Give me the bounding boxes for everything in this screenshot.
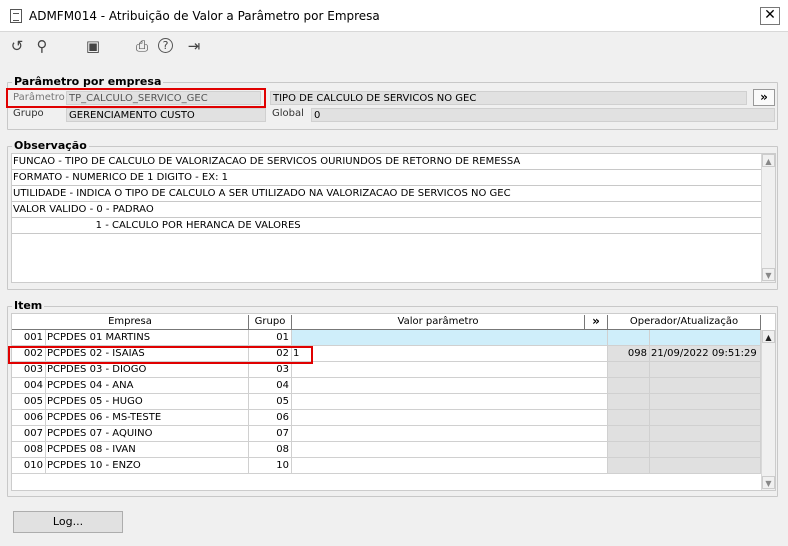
- parametro-label: Parâmetro: [13, 92, 65, 103]
- scroll-down-icon[interactable]: ▼: [762, 476, 775, 489]
- cell-operador: [608, 426, 650, 442]
- cell-empresa: PCPDES 08 - IVAN: [46, 442, 249, 458]
- scroll-up-icon[interactable]: ▲: [762, 330, 775, 343]
- col-valor[interactable]: Valor parâmetro: [292, 315, 585, 330]
- cell-atualizacao: [650, 458, 761, 474]
- cell-code: 003: [12, 362, 46, 378]
- parametro-field[interactable]: TP_CALCULO_SERVICO_GEC: [66, 91, 261, 105]
- cell-grupo: 05: [249, 394, 292, 410]
- cell-operador: [608, 458, 650, 474]
- window-title: ADMFM014 - Atribuição de Valor a Parâmet…: [29, 9, 380, 23]
- cell-grupo: 03: [249, 362, 292, 378]
- cell-code: 004: [12, 378, 46, 394]
- col-grupo[interactable]: Grupo: [249, 315, 292, 330]
- cell-operador: [608, 378, 650, 394]
- cell-grupo: 06: [249, 410, 292, 426]
- exit-icon[interactable]: ⇥: [184, 37, 204, 55]
- cell-valor[interactable]: [292, 410, 608, 426]
- cell-grupo: 04: [249, 378, 292, 394]
- cell-operador: [608, 362, 650, 378]
- item-scrollbar[interactable]: ▲ ▼: [761, 330, 775, 490]
- cell-grupo: 10: [249, 458, 292, 474]
- cell-empresa: PCPDES 06 - MS-TESTE: [46, 410, 249, 426]
- global-label: Global: [272, 108, 304, 119]
- cell-valor[interactable]: [292, 458, 608, 474]
- cell-grupo: 08: [249, 442, 292, 458]
- cell-grupo: 07: [249, 426, 292, 442]
- cell-atualizacao: [650, 426, 761, 442]
- obs-scrollbar[interactable]: ▲ ▼: [761, 154, 775, 282]
- table-row[interactable]: 003 PCPDES 03 - DIOGO 03: [12, 362, 761, 378]
- cell-code: 008: [12, 442, 46, 458]
- cell-operador: 098: [608, 346, 650, 362]
- cell-code: 001: [12, 330, 46, 346]
- cell-valor[interactable]: [292, 330, 608, 346]
- obs-line: FORMATO - NUMERICO DE 1 DIGITO - EX: 1: [12, 170, 761, 186]
- obs-group-title: Observação: [12, 139, 89, 152]
- cell-empresa: PCPDES 04 - ANA: [46, 378, 249, 394]
- cell-atualizacao: [650, 410, 761, 426]
- cell-operador: [608, 410, 650, 426]
- grupo-field: GERENCIAMENTO CUSTO: [66, 108, 266, 122]
- close-button[interactable]: ✕: [760, 7, 780, 25]
- cell-empresa: PCPDES 10 - ENZO: [46, 458, 249, 474]
- help-icon[interactable]: ?: [158, 38, 173, 53]
- obs-line: FUNCAO - TIPO DE CALCULO DE VALORIZACAO …: [12, 154, 761, 170]
- table-row[interactable]: 001 PCPDES 01 MARTINS 01: [12, 330, 761, 346]
- param-description: TIPO DE CALCULO DE SERVICOS NO GEC: [270, 91, 747, 105]
- row-highlight: [8, 346, 313, 364]
- title-bar: ADMFM014 - Atribuição de Valor a Parâmet…: [0, 0, 788, 32]
- print-icon[interactable]: ⎙: [132, 37, 152, 55]
- cell-grupo: 01: [249, 330, 292, 346]
- cell-valor[interactable]: [292, 394, 608, 410]
- cell-operador: [608, 330, 650, 346]
- save-icon[interactable]: ▣: [83, 37, 103, 55]
- cell-valor[interactable]: [292, 362, 608, 378]
- cell-code: 010: [12, 458, 46, 474]
- cell-valor[interactable]: [292, 378, 608, 394]
- global-field: 0: [311, 108, 775, 122]
- log-button[interactable]: Log...: [13, 511, 123, 533]
- table-row[interactable]: 004 PCPDES 04 - ANA 04: [12, 378, 761, 394]
- cell-operador: [608, 394, 650, 410]
- table-row[interactable]: 007 PCPDES 07 - AQUINO 07: [12, 426, 761, 442]
- cell-code: 006: [12, 410, 46, 426]
- cell-atualizacao: [650, 394, 761, 410]
- app-icon: [10, 9, 22, 23]
- cell-atualizacao: 21/09/2022 09:51:29: [650, 346, 761, 362]
- obs-line: 1 - CALCULO POR HERANCA DE VALORES: [12, 218, 761, 234]
- scroll-up-icon[interactable]: ▲: [762, 154, 775, 167]
- obs-line: VALOR VALIDO - 0 - PADRAO: [12, 202, 761, 218]
- cell-empresa: PCPDES 03 - DIOGO: [46, 362, 249, 378]
- table-row[interactable]: 006 PCPDES 06 - MS-TESTE 06: [12, 410, 761, 426]
- cell-empresa: PCPDES 05 - HUGO: [46, 394, 249, 410]
- param-group-title: Parâmetro por empresa: [12, 75, 164, 88]
- item-group-title: Item: [12, 299, 45, 312]
- cell-empresa: PCPDES 07 - AQUINO: [46, 426, 249, 442]
- cell-atualizacao: [650, 378, 761, 394]
- undo-icon[interactable]: ↺: [7, 37, 27, 55]
- grupo-label: Grupo: [13, 108, 44, 119]
- table-row[interactable]: 008 PCPDES 08 - IVAN 08: [12, 442, 761, 458]
- table-row[interactable]: 005 PCPDES 05 - HUGO 05: [12, 394, 761, 410]
- cell-code: 007: [12, 426, 46, 442]
- cell-atualizacao: [650, 442, 761, 458]
- table-row[interactable]: 010 PCPDES 10 - ENZO 10: [12, 458, 761, 474]
- cell-code: 005: [12, 394, 46, 410]
- search-icon[interactable]: ⚲: [32, 37, 52, 55]
- cell-valor[interactable]: [292, 442, 608, 458]
- cell-operador: [608, 442, 650, 458]
- col-operador[interactable]: Operador/Atualização: [608, 315, 761, 330]
- obs-line: UTILIDADE - INDICA O TIPO DE CALCULO A S…: [12, 186, 761, 202]
- cell-atualizacao: [650, 330, 761, 346]
- scroll-down-icon[interactable]: ▼: [762, 268, 775, 281]
- cell-valor[interactable]: [292, 426, 608, 442]
- expand-valor-button[interactable]: »: [585, 315, 608, 330]
- expand-param-button[interactable]: »: [753, 89, 775, 106]
- cell-valor[interactable]: 1: [292, 346, 608, 362]
- cell-atualizacao: [650, 362, 761, 378]
- col-empresa[interactable]: Empresa: [12, 315, 249, 330]
- cell-empresa: PCPDES 01 MARTINS: [46, 330, 249, 346]
